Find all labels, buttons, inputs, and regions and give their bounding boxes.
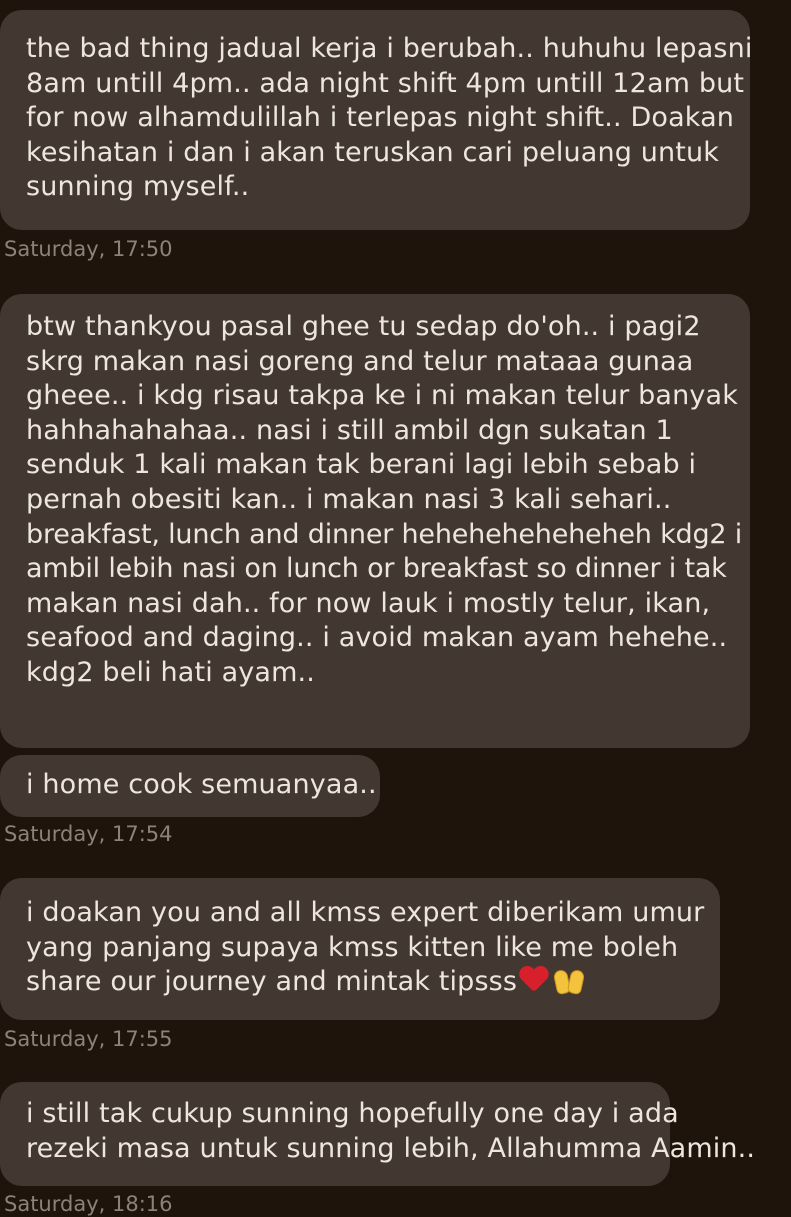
- message-line: btw thankyou pasal ghee tu sedap do'oh..…: [26, 311, 701, 342]
- message-text: share our journey and mintak tipsss: [26, 966, 518, 998]
- message-line: pernah obesiti kan.. i makan nasi 3 kali…: [26, 483, 672, 515]
- message-line: hahhahahahaa.. nasi i still ambil dgn su…: [26, 414, 673, 446]
- message-bubble[interactable]: i still tak cukup sunning hopefully one …: [0, 1082, 756, 1186]
- message-line: gheee.. i kdg risau takpa ke i ni makan …: [26, 380, 739, 412]
- message-line: rezeki masa untuk sunning lebih, Allahum…: [26, 1132, 756, 1164]
- message-line: i still tak cukup sunning hopefully one …: [26, 1098, 679, 1129]
- message-line: the bad thing jadual kerja i berubah.. h…: [26, 33, 753, 64]
- message-line: makan nasi dah.. for now lauk i mostly t…: [26, 587, 711, 619]
- message-line: 8am untill 4pm.. ada night shift 4pm unt…: [26, 67, 745, 99]
- red-heart-icon: [519, 967, 549, 993]
- message-line: for now alhamdulillah i terlepas night s…: [26, 102, 735, 134]
- message-timestamp: Saturday, 18:16: [4, 1192, 173, 1216]
- message-timestamp: Saturday, 17:50: [4, 237, 173, 261]
- message-timestamp: Saturday, 17:55: [4, 1027, 173, 1051]
- message-bubble[interactable]: i home cook semuanyaa..: [0, 755, 380, 817]
- message-line: senduk 1 kali makan tak berani lagi lebi…: [26, 449, 697, 481]
- message-line: skrg makan nasi goreng and telur mataaa …: [26, 345, 694, 377]
- message-line: i home cook semuanyaa..: [26, 769, 377, 800]
- message-line: sunning myself..: [26, 171, 250, 203]
- message-bubble[interactable]: the bad thing jadual kerja i berubah.. h…: [0, 10, 753, 230]
- message-line: kesihatan i dan i akan teruskan cari pel…: [26, 136, 720, 168]
- message-line: seafood and daging.. i avoid makan ayam …: [26, 622, 728, 654]
- message-line: kdg2 beli hati ayam..: [26, 656, 316, 688]
- message-line: yang panjang supaya kmss kitten like me …: [26, 931, 679, 963]
- raising-hands-icon: [552, 966, 586, 996]
- message-line: breakfast, lunch and dinner hehehehehehe…: [26, 518, 743, 550]
- message-bubble[interactable]: i doakan you and all kmss expert diberik…: [0, 878, 720, 1020]
- message-bubble[interactable]: btw thankyou pasal ghee tu sedap do'oh..…: [0, 294, 750, 748]
- message-line: i doakan you and all kmss expert diberik…: [26, 897, 705, 928]
- message-line: share our journey and mintak tipsss: [26, 965, 694, 1000]
- chat-thread: the bad thing jadual kerja i berubah.. h…: [0, 0, 791, 1216]
- message-timestamp: Saturday, 17:54: [4, 822, 173, 846]
- message-line: ambil lebih nasi on lunch or breakfast s…: [26, 553, 727, 585]
